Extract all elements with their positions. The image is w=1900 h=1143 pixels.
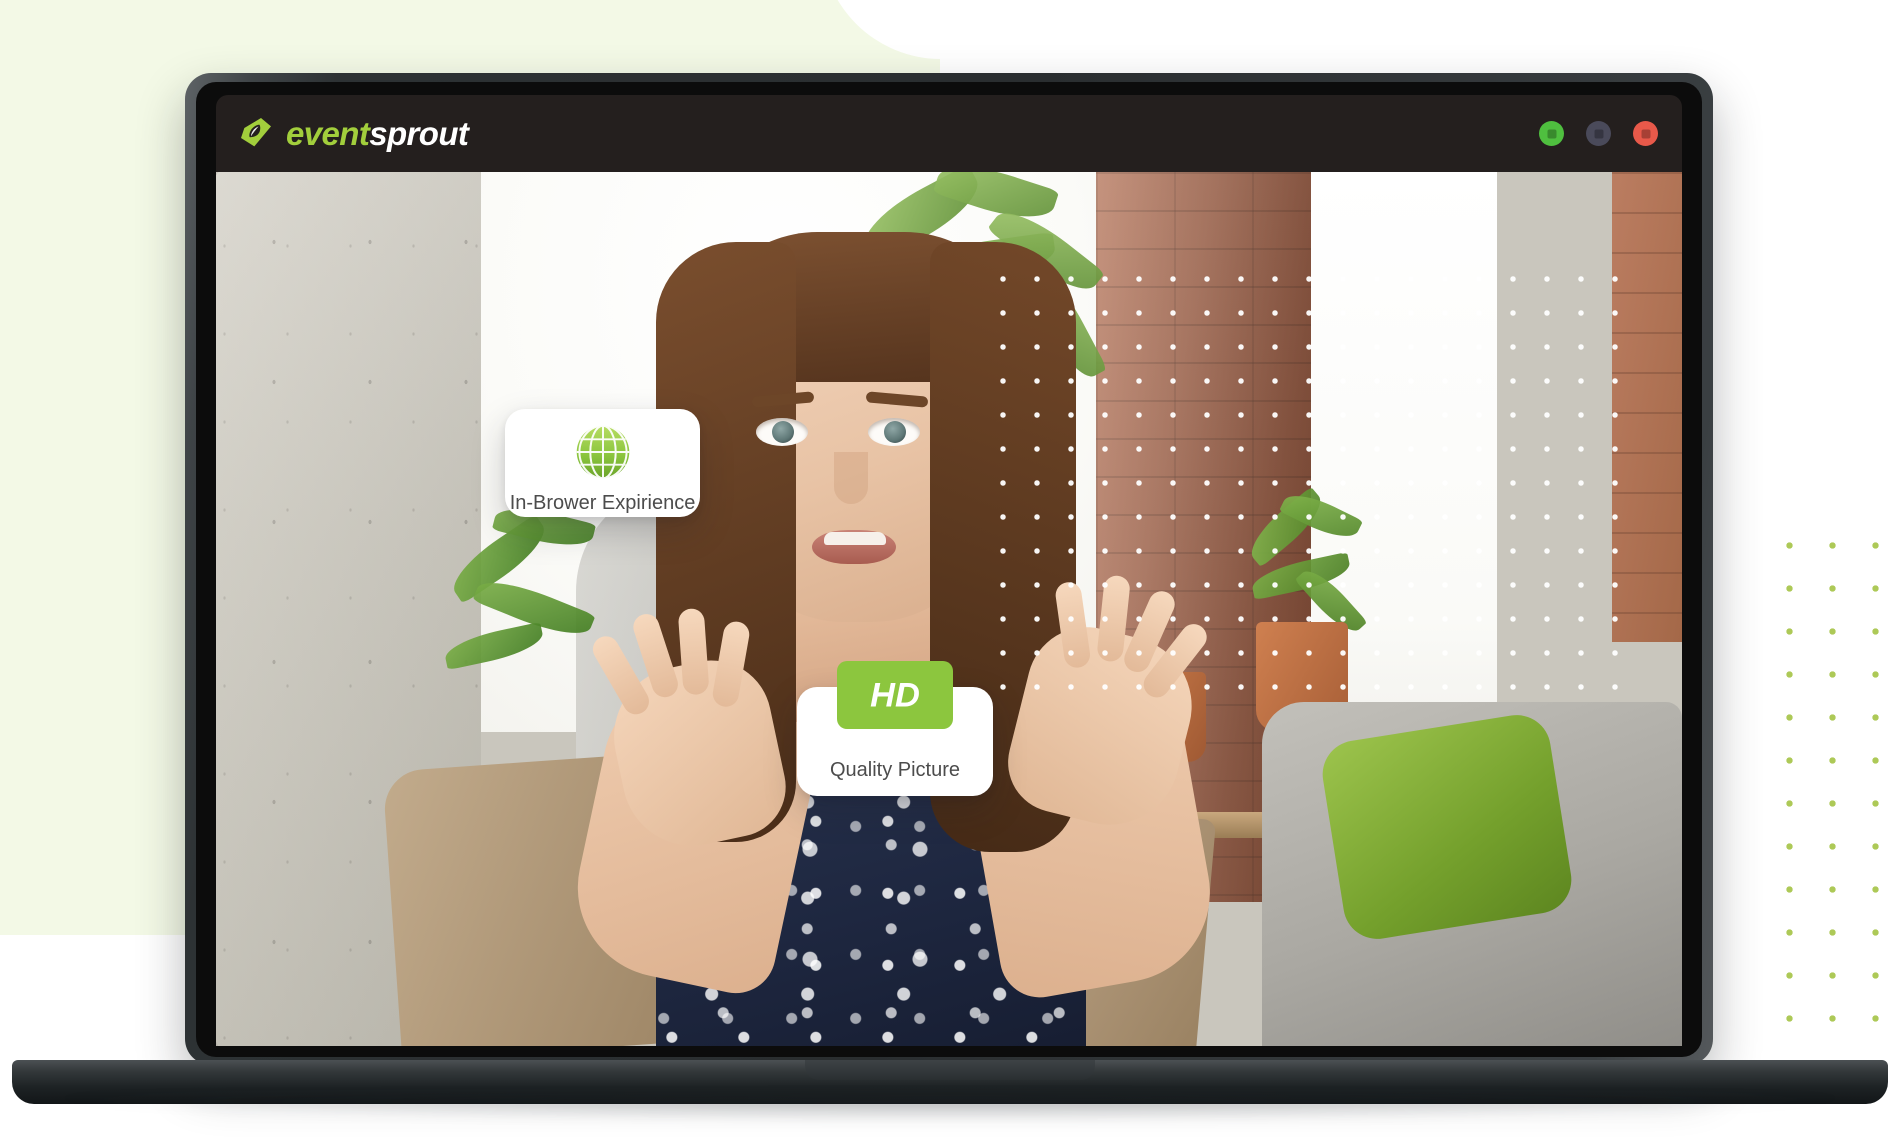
page-root: eventsprout In-Brower Expirience HD Qual… [0, 0, 1900, 1143]
video-player-area[interactable]: In-Brower Expirience HD Quality Picture [216, 172, 1682, 1046]
hd-glyph: HD [870, 676, 920, 714]
close-button[interactable] [1633, 121, 1658, 146]
feature-card-quality-picture[interactable]: HD Quality Picture [797, 661, 993, 796]
ticket-leaf-logo-icon [241, 118, 271, 147]
maximize-button[interactable] [1586, 121, 1611, 146]
scene-brick-column-right [1612, 172, 1682, 642]
scene-green-pillow [1317, 710, 1577, 944]
hd-badge-icon: HD [837, 661, 953, 729]
video-frame [216, 172, 1682, 1046]
scene-person [546, 212, 1306, 1046]
person-iris-right [884, 421, 906, 443]
laptop-mockup: eventsprout In-Brower Expirience HD Qual… [0, 0, 1900, 1143]
feature-card-label: Quality Picture [829, 759, 961, 781]
brand-name-part-1: event [286, 114, 370, 152]
minimize-button[interactable] [1539, 121, 1564, 146]
person-iris-left [772, 421, 794, 443]
person-teeth [824, 532, 886, 545]
feature-card-in-browser-experience[interactable]: In-Brower Expirience [505, 409, 700, 517]
globe-icon [576, 424, 629, 480]
feature-card-label: In-Brower Expirience [509, 492, 696, 514]
browser-titlebar: eventsprout [216, 95, 1682, 172]
brand-wordmark: eventsprout [286, 114, 469, 152]
window-controls [1539, 121, 1658, 146]
person-nose [834, 452, 868, 504]
brand-name-part-2: sprout [369, 114, 469, 152]
svg-text:HD: HD [870, 676, 920, 714]
brand-logo[interactable]: eventsprout [236, 107, 469, 159]
laptop-shadow [60, 1096, 1840, 1122]
